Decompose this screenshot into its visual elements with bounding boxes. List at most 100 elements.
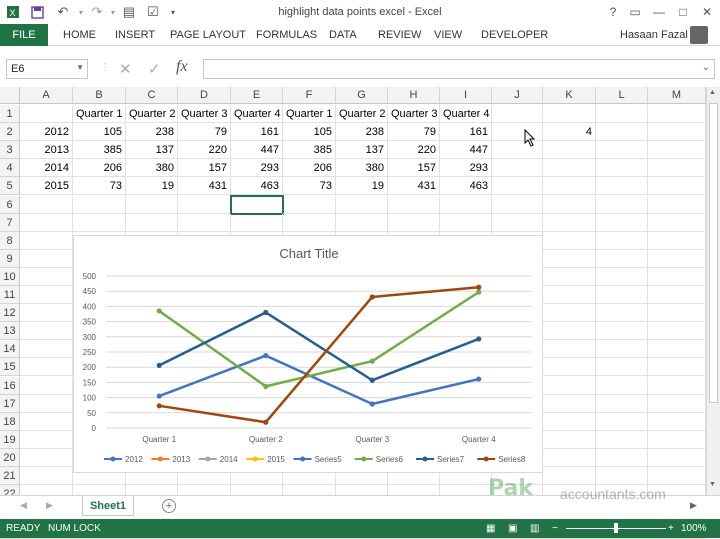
cell-m16[interactable] <box>648 376 706 395</box>
cell-a6[interactable] <box>20 195 73 214</box>
cell-k7[interactable] <box>543 213 596 232</box>
cell-l20[interactable] <box>596 448 648 467</box>
cell-a9[interactable] <box>20 249 73 268</box>
cell-m9[interactable] <box>648 249 706 268</box>
cell-l3[interactable] <box>596 141 648 160</box>
row-header-15[interactable]: 15 <box>0 358 20 377</box>
cell-l21[interactable] <box>596 467 648 485</box>
tab-view[interactable]: VIEW <box>434 29 462 41</box>
cell-c5[interactable]: 19 <box>126 177 178 196</box>
minimize-icon[interactable]: — <box>648 2 670 22</box>
cell-c6[interactable] <box>126 195 178 214</box>
row-header-10[interactable]: 10 <box>0 267 20 286</box>
cell-j7[interactable] <box>492 213 543 232</box>
cell-f6[interactable] <box>283 195 336 214</box>
cell-k5[interactable] <box>543 177 596 196</box>
cell-a15[interactable] <box>20 358 73 377</box>
cell-g5[interactable]: 19 <box>336 177 388 196</box>
expand-formula-icon[interactable]: ⌄ <box>702 62 710 73</box>
cell-k10[interactable] <box>543 267 596 286</box>
cell-c4[interactable]: 380 <box>126 159 178 178</box>
cell-e1[interactable]: Quarter 4 <box>231 105 283 123</box>
cell-l5[interactable] <box>596 177 648 196</box>
cell-c2[interactable]: 238 <box>126 123 178 142</box>
close-icon[interactable]: ✕ <box>696 2 718 22</box>
cell-k16[interactable] <box>543 376 596 395</box>
row-header-4[interactable]: 4 <box>0 159 20 178</box>
cell-a2[interactable]: 2012 <box>20 123 73 142</box>
cell-k17[interactable] <box>543 394 596 413</box>
zoom-level[interactable]: 100% <box>681 523 707 534</box>
scroll-down-icon[interactable]: ▼ <box>709 481 716 488</box>
cell-m2[interactable] <box>648 123 706 142</box>
row-header-13[interactable]: 13 <box>0 322 20 341</box>
cell-h4[interactable]: 157 <box>388 159 440 178</box>
cell-m14[interactable] <box>648 340 706 359</box>
cell-h1[interactable]: Quarter 3 <box>388 105 440 123</box>
cell-k9[interactable] <box>543 249 596 268</box>
ribbon-display-icon[interactable]: ▭ <box>624 2 646 22</box>
prev-sheet-icon[interactable]: ◀ <box>20 500 27 511</box>
cell-a5[interactable]: 2015 <box>20 177 73 196</box>
cell-b3[interactable]: 385 <box>73 141 126 160</box>
cell-m18[interactable] <box>648 412 706 431</box>
cell-a18[interactable] <box>20 412 73 431</box>
row-header-11[interactable]: 11 <box>0 286 20 304</box>
cell-m6[interactable] <box>648 195 706 214</box>
row-header-18[interactable]: 18 <box>0 412 20 431</box>
cell-g4[interactable]: 380 <box>336 159 388 178</box>
cell-k14[interactable] <box>543 340 596 359</box>
cell-a11[interactable] <box>20 286 73 304</box>
row-header-12[interactable]: 12 <box>0 304 20 323</box>
cell-a12[interactable] <box>20 304 73 323</box>
cell-c1[interactable]: Quarter 2 <box>126 105 178 123</box>
cell-l6[interactable] <box>596 195 648 214</box>
cell-a7[interactable] <box>20 213 73 232</box>
cell-e6[interactable] <box>230 194 284 215</box>
cell-k18[interactable] <box>543 412 596 431</box>
cell-e5[interactable]: 463 <box>231 177 283 196</box>
cell-h5[interactable]: 431 <box>388 177 440 196</box>
cell-a10[interactable] <box>20 267 73 286</box>
cell-j1[interactable] <box>492 105 543 123</box>
cell-l14[interactable] <box>596 340 648 359</box>
cell-i4[interactable]: 293 <box>440 159 492 178</box>
cell-d6[interactable] <box>178 195 231 214</box>
cell-e7[interactable] <box>231 213 283 232</box>
cell-f2[interactable]: 105 <box>283 123 336 142</box>
cell-c3[interactable]: 137 <box>126 141 178 160</box>
cell-a4[interactable]: 2014 <box>20 159 73 178</box>
cell-k11[interactable] <box>543 286 596 304</box>
cell-m13[interactable] <box>648 322 706 341</box>
row-header-9[interactable]: 9 <box>0 249 20 268</box>
cell-h3[interactable]: 220 <box>388 141 440 160</box>
cell-a3[interactable]: 2013 <box>20 141 73 160</box>
cell-a17[interactable] <box>20 394 73 413</box>
column-header-d[interactable]: D <box>178 87 231 104</box>
row-header-16[interactable]: 16 <box>0 376 20 395</box>
cell-m3[interactable] <box>648 141 706 160</box>
cell-g6[interactable] <box>336 195 388 214</box>
column-header-l[interactable]: L <box>596 87 648 104</box>
cell-m8[interactable] <box>648 231 706 250</box>
scroll-thumb[interactable] <box>709 103 718 403</box>
cell-k20[interactable] <box>543 448 596 467</box>
column-header-f[interactable]: F <box>283 87 336 104</box>
cell-d5[interactable]: 431 <box>178 177 231 196</box>
cell-b6[interactable] <box>73 195 126 214</box>
cell-m5[interactable] <box>648 177 706 196</box>
cell-g7[interactable] <box>336 213 388 232</box>
cell-l19[interactable] <box>596 430 648 449</box>
add-sheet-icon[interactable]: + <box>162 499 176 513</box>
cancel-icon[interactable]: ✕ <box>119 60 132 78</box>
cell-m15[interactable] <box>648 358 706 377</box>
column-header-b[interactable]: B <box>73 87 126 104</box>
column-header-k[interactable]: K <box>543 87 596 104</box>
cell-l2[interactable] <box>596 123 648 142</box>
cell-l10[interactable] <box>596 267 648 286</box>
cell-l9[interactable] <box>596 249 648 268</box>
cell-i1[interactable]: Quarter 4 <box>440 105 492 123</box>
cell-g3[interactable]: 137 <box>336 141 388 160</box>
cell-d3[interactable]: 220 <box>178 141 231 160</box>
cell-i2[interactable]: 161 <box>440 123 492 142</box>
